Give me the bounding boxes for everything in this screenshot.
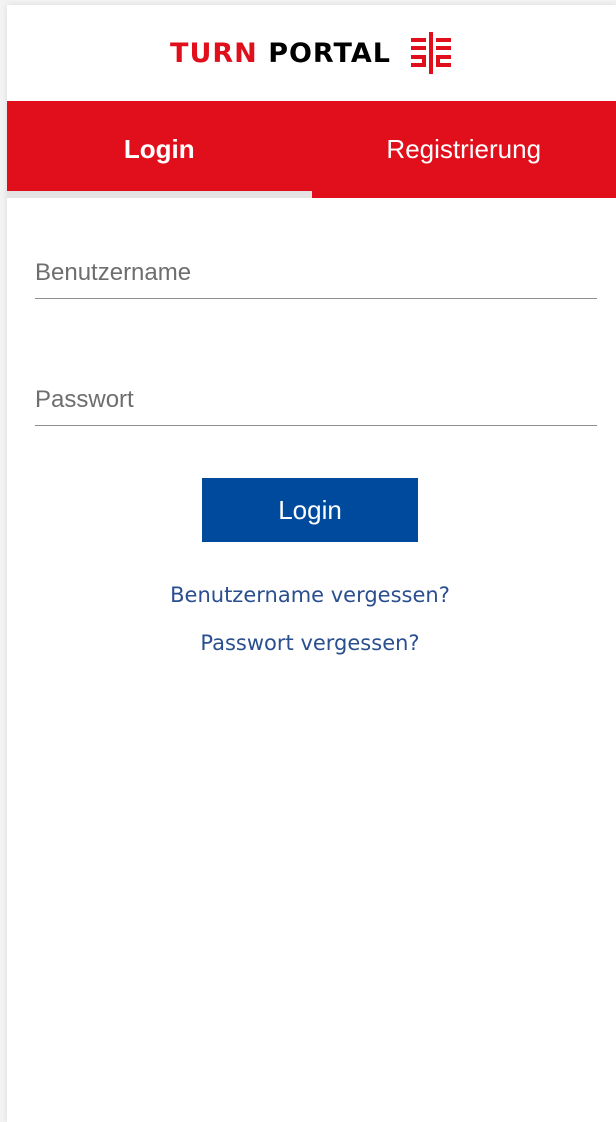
password-field-wrapper (35, 383, 597, 426)
app-header: TURN PORTAL (7, 5, 616, 101)
recovery-links: Benutzername vergessen? Passwort vergess… (23, 582, 597, 656)
login-button-wrapper: Login (23, 478, 597, 542)
username-input[interactable] (35, 256, 597, 290)
brand-title-turn: TURN (170, 37, 258, 69)
tab-login[interactable]: Login (7, 101, 312, 198)
tab-registrierung[interactable]: Registrierung (312, 101, 616, 198)
username-field-wrapper (35, 256, 597, 299)
password-input[interactable] (35, 383, 597, 417)
turnerbund-logo-icon (410, 32, 451, 74)
login-form: Login Benutzername vergessen? Passwort v… (7, 198, 616, 656)
login-button[interactable]: Login (202, 478, 418, 542)
forgot-password-link[interactable]: Passwort vergessen? (23, 630, 597, 656)
brand-title-portal: PORTAL (268, 37, 391, 69)
forgot-username-link[interactable]: Benutzername vergessen? (23, 582, 597, 608)
auth-tabs: Login Registrierung (7, 101, 616, 198)
brand-title: TURN PORTAL (170, 38, 391, 69)
login-panel: TURN PORTAL Login Registrierung Benutzer… (7, 5, 616, 1122)
